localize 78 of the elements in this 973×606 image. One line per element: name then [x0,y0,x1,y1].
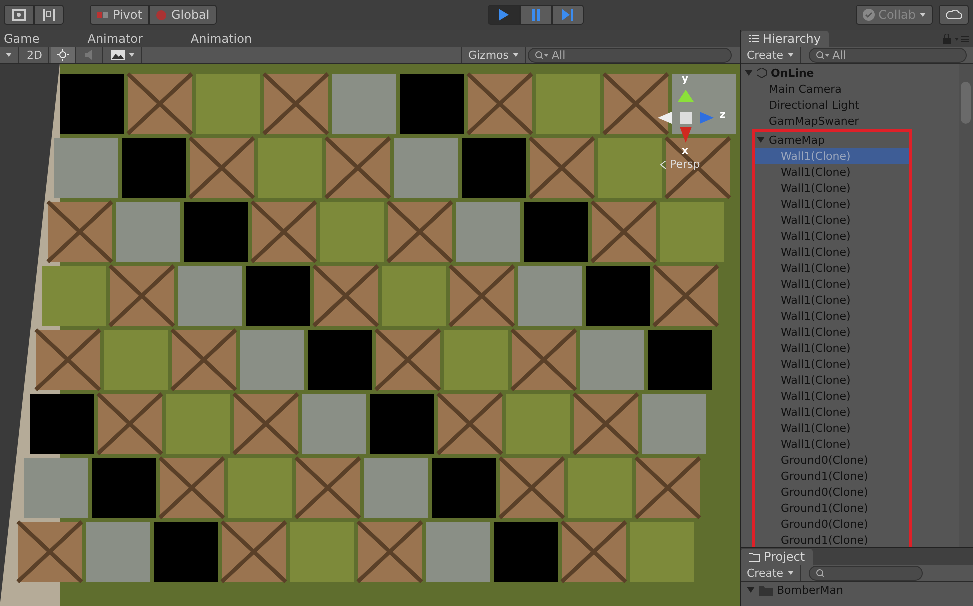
transform-tool-icon [41,8,57,22]
search-icon [816,568,825,578]
z-axis-label: z [720,110,726,121]
rect-tool-icon [11,8,27,22]
list-icon [749,35,759,43]
scene-header[interactable]: OnLine [741,65,959,81]
play-icon [497,8,512,22]
y-axis-label: y [682,74,689,85]
panel-tab[interactable]: Animation [186,32,256,46]
panel-tab[interactable]: Game [0,32,44,46]
hierarchy-item[interactable]: Wall1(Clone) [755,148,909,164]
pivot-icon [97,10,109,20]
caret-icon [788,53,794,57]
global-button[interactable]: Global [149,5,217,25]
globe-icon [156,10,168,20]
chevron-left-icon [660,160,667,168]
sun-icon [57,49,70,61]
hierarchy-item[interactable]: Wall1(Clone) [755,436,909,452]
hierarchy-item[interactable]: Ground0(Clone) [755,484,909,500]
x-axis-label: x [682,146,688,157]
scrollbar[interactable] [959,64,973,547]
caret-icon [920,13,926,17]
hierarchy-item[interactable]: Wall1(Clone) [755,292,909,308]
hierarchy-item[interactable]: Wall1(Clone) [755,180,909,196]
play-button[interactable] [488,5,520,25]
caret-icon [788,571,794,575]
hierarchy-search-field[interactable]: All [808,48,967,62]
pivot-button[interactable]: Pivot [90,5,150,25]
hierarchy-item[interactable]: Wall1(Clone) [755,404,909,420]
hierarchy-item[interactable]: Ground1(Clone) [755,500,909,516]
hierarchy-item[interactable]: Wall1(Clone) [755,244,909,260]
gizmos-dropdown[interactable]: Gizmos [461,47,526,63]
projection-toggle[interactable]: Persp [660,158,700,171]
hierarchy-tab[interactable]: Hierarchy [741,31,830,47]
hierarchy-item[interactable]: Ground0(Clone) [755,516,909,532]
hierarchy-item[interactable]: Wall1(Clone) [755,164,909,180]
project-tab[interactable]: Project [741,549,814,565]
hierarchy-item[interactable]: Main Camera [741,81,959,97]
panel-tab[interactable]: Animator [84,32,147,46]
hierarchy-item[interactable]: Ground0(Clone) [755,452,909,468]
search-icon [816,50,830,60]
hierarchy-item[interactable]: Wall1(Clone) [755,196,909,212]
cloud-icon [946,10,962,20]
hierarchy-item[interactable]: Ground1(Clone) [755,468,909,484]
hierarchy-item[interactable]: Wall1(Clone) [755,276,909,292]
hierarchy-item[interactable]: Directional Light [741,97,959,113]
folder-item[interactable]: BomberMan [741,582,973,598]
lighting-toggle[interactable] [51,47,76,63]
hierarchy-item[interactable]: GameMap [755,132,909,148]
caret-icon [129,53,136,57]
hierarchy-item[interactable]: Wall1(Clone) [755,260,909,276]
folder-icon [759,584,773,596]
hierarchy-item[interactable]: Wall1(Clone) [755,356,909,372]
pause-button[interactable] [520,5,552,25]
image-icon [111,50,126,60]
hierarchy-item[interactable]: GamMapSwaner [741,113,959,129]
hierarchy-item[interactable]: Wall1(Clone) [755,372,909,388]
hierarchy-item[interactable]: Wall1(Clone) [755,388,909,404]
unity-logo-icon [757,68,767,78]
hierarchy-item[interactable]: Wall1(Clone) [755,228,909,244]
hierarchy-item[interactable]: Wall1(Clone) [755,420,909,436]
step-icon [561,8,576,22]
hierarchy-item[interactable]: Wall1(Clone) [755,212,909,228]
caret-icon [6,53,12,57]
hierarchy-item[interactable]: Wall1(Clone) [755,324,909,340]
scene-search-field[interactable]: All [528,48,732,62]
folder-icon [749,552,760,562]
hierarchy-item[interactable]: Wall1(Clone) [755,308,909,324]
cloud-button[interactable] [939,5,970,25]
hierarchy-item[interactable]: Wall1(Clone) [755,340,909,356]
rect-tool-button[interactable] [4,5,34,25]
step-button[interactable] [552,5,584,25]
project-search-field[interactable] [808,566,923,580]
transform-tool-button[interactable] [34,5,64,25]
search-icon [535,50,549,60]
hierarchy-item[interactable]: Ground1(Clone) [755,532,909,547]
check-circle-icon [862,9,875,21]
caret-icon [513,53,519,57]
